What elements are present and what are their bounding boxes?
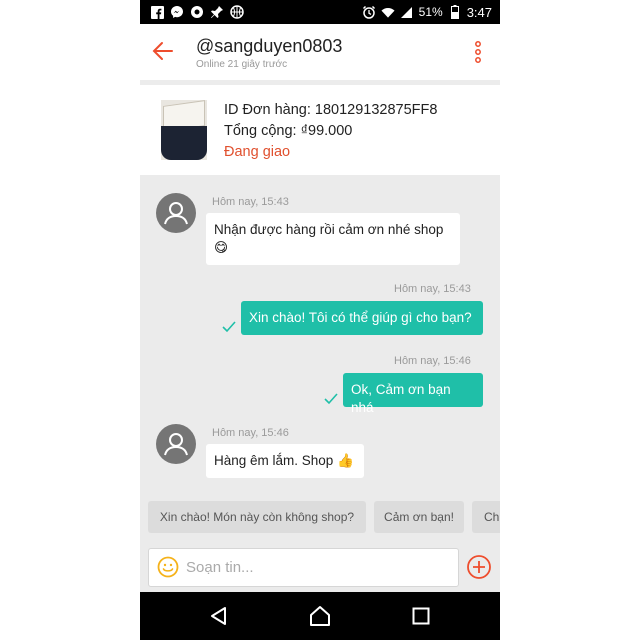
more-options-icon[interactable] <box>474 40 482 64</box>
message-timestamp: Hôm nay, 15:43 <box>212 196 289 208</box>
nav-home-icon[interactable] <box>308 604 332 628</box>
quick-reply[interactable]: Ch <box>472 501 500 533</box>
basketball-icon <box>230 5 244 19</box>
order-status: Đang giao <box>224 144 291 160</box>
nav-recents-icon[interactable] <box>409 604 433 628</box>
user-icon <box>164 202 188 225</box>
system-nav-bar <box>140 592 500 640</box>
phone-screen: 51% 3:47 @sangduyen0803 Online 21 giây t… <box>140 0 500 640</box>
wifi-icon <box>381 5 395 19</box>
composer-bar: Soạn tin... <box>140 545 500 592</box>
message-timestamp: Hôm nay, 15:43 <box>394 283 471 295</box>
quick-reply[interactable]: Xin chào! Món này còn không shop? <box>148 501 366 533</box>
alarm-icon <box>362 5 376 19</box>
sent-check-icon <box>222 321 236 333</box>
signal-icon <box>400 5 414 19</box>
quick-reply[interactable]: Cảm ơn bạn! <box>374 501 464 533</box>
customer-avatar <box>156 193 196 233</box>
sent-check-icon <box>324 393 338 405</box>
status-time: 3:47 <box>466 4 492 20</box>
add-icon[interactable] <box>466 554 492 580</box>
order-total: Tổng cộng: ₫99.000 <box>224 123 353 139</box>
status-bar: 51% 3:47 <box>140 0 500 24</box>
battery-percent: 51% <box>418 5 443 19</box>
message-bubble-outgoing: Ok, Cảm ơn bạn nhá <box>343 373 483 415</box>
message-bubble-incoming: Nhận được hàng rồi cảm ơn nhé shop 😋 <box>206 213 460 265</box>
message-timestamp: Hôm nay, 15:46 <box>394 355 471 367</box>
messenger-icon <box>170 5 184 19</box>
chat-username: @sangduyen0803 <box>196 36 343 56</box>
message-placeholder: Soạn tin... <box>186 559 254 576</box>
customer-avatar <box>156 424 196 464</box>
back-arrow-icon[interactable] <box>150 38 176 64</box>
nav-back-icon[interactable] <box>207 604 231 628</box>
order-summary[interactable]: ID Đơn hàng: 180129132875FF8 Tổng cộng: … <box>140 85 500 175</box>
chat-header: @sangduyen0803 Online 21 giây trước <box>140 24 500 85</box>
pin-icon <box>210 5 224 19</box>
user-icon <box>164 433 188 456</box>
battery-icon <box>448 5 462 19</box>
online-status: Online 21 giây trước <box>196 59 288 70</box>
message-timestamp: Hôm nay, 15:46 <box>212 427 289 439</box>
chat-thread: Hôm nay, 15:43 Nhận được hàng rồi cảm ơn… <box>140 175 500 545</box>
message-input[interactable]: Soạn tin... <box>148 548 459 587</box>
facebook-icon <box>150 5 164 19</box>
app-icon <box>190 5 204 19</box>
emoji-icon[interactable] <box>157 556 179 578</box>
message-bubble-incoming: Hàng êm lắm. Shop 👍 <box>206 444 364 478</box>
product-thumbnail <box>161 100 207 160</box>
message-bubble-outgoing: Xin chào! Tôi có thể giúp gì cho bạn? <box>241 301 483 335</box>
order-id: ID Đơn hàng: 180129132875FF8 <box>224 102 438 118</box>
